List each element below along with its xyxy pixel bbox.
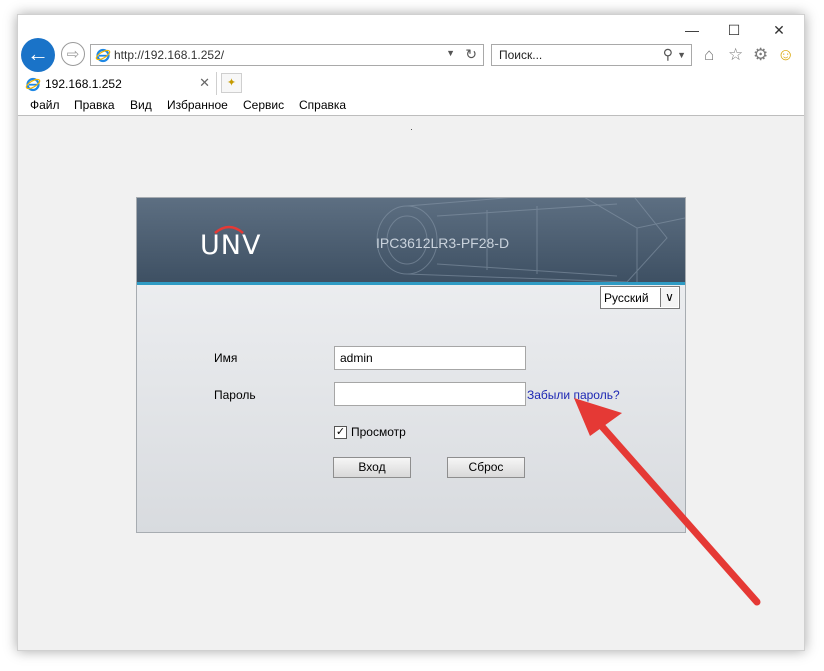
annotation-arrow-head [574, 398, 622, 436]
annotation-arrow [574, 398, 761, 606]
annotation-arrow-shaft [594, 418, 761, 606]
